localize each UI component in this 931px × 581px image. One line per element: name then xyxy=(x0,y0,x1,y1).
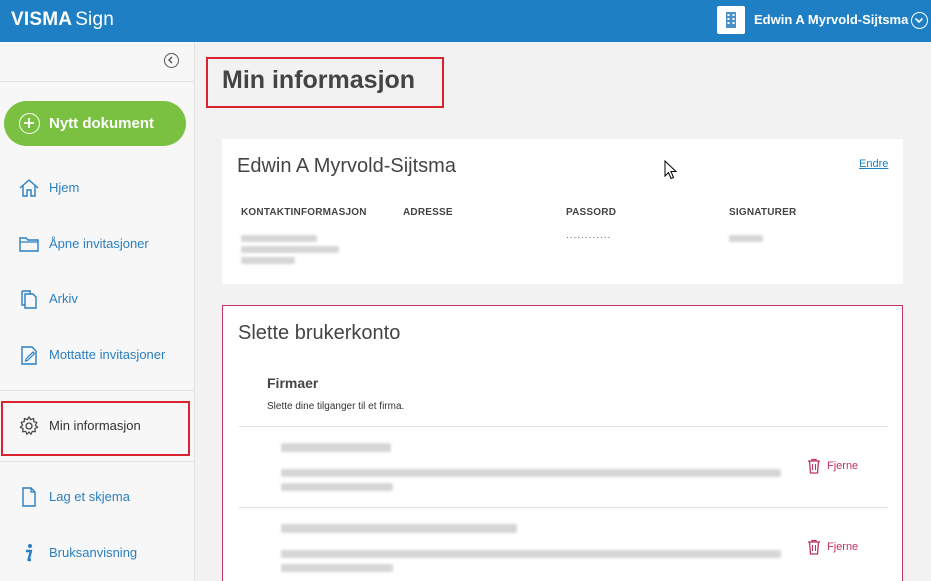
brand-name: VISMA xyxy=(11,9,73,30)
companies-description: Slette dine tilganger til et firma. xyxy=(267,401,405,412)
redacted-company-name xyxy=(281,443,391,452)
remove-label: Fjerne xyxy=(827,541,859,553)
sidebar-divider xyxy=(0,390,195,391)
redacted-company-details xyxy=(281,469,781,477)
plus-icon xyxy=(19,113,40,134)
highlight-box xyxy=(206,57,444,108)
sidebar-item-label: Åpne invitasjoner xyxy=(49,236,149,251)
contact-info-header: KONTAKTINFORMASJON xyxy=(241,207,367,218)
sidebar-item-label: Bruksanvisning xyxy=(49,545,138,560)
row-divider xyxy=(239,507,888,508)
sidebar-divider xyxy=(0,81,195,82)
companies-title: Firmaer xyxy=(267,375,319,391)
sidebar-item-user-guide[interactable]: Bruksanvisning xyxy=(0,533,195,573)
delete-account-heading: Slette brukerkonto xyxy=(238,322,401,344)
redacted-contact xyxy=(241,235,317,242)
redacted-company-name xyxy=(281,524,517,533)
brand-product: Sign xyxy=(75,9,115,30)
profile-name: Edwin A Myrvold-Sijtsma xyxy=(237,155,456,177)
redacted-signature xyxy=(729,235,763,242)
remove-label: Fjerne xyxy=(827,460,859,472)
user-name[interactable]: Edwin A Myrvold-Sijtsma xyxy=(754,12,908,27)
redacted-company-details xyxy=(281,564,393,572)
redacted-contact xyxy=(241,246,339,253)
redacted-company-details xyxy=(281,550,781,558)
folder-icon xyxy=(19,237,39,252)
sidebar: Nytt dokument Hjem Åpne invitasjoner Ark… xyxy=(0,42,195,581)
redacted-contact xyxy=(241,257,295,264)
new-document-label: Nytt dokument xyxy=(49,115,154,132)
sidebar-item-home[interactable]: Hjem xyxy=(0,168,195,208)
delete-account-card: Slette brukerkonto Firmaer Slette dine t… xyxy=(222,305,903,581)
mouse-pointer-icon xyxy=(664,160,678,180)
sidebar-item-create-form[interactable]: Lag et skjema xyxy=(0,477,195,517)
info-icon xyxy=(26,544,33,562)
sidebar-item-open-invitations[interactable]: Åpne invitasjoner xyxy=(0,224,195,264)
collapse-sidebar-icon[interactable] xyxy=(164,53,179,68)
password-mask: ............ xyxy=(566,230,612,241)
brand-logo[interactable]: VISMA Sign xyxy=(11,9,114,31)
new-document-button[interactable]: Nytt dokument xyxy=(4,101,186,146)
edit-document-icon xyxy=(21,346,37,365)
sidebar-divider xyxy=(0,461,195,462)
home-icon xyxy=(19,179,39,197)
password-header: PASSORD xyxy=(566,207,617,218)
archive-icon xyxy=(21,290,37,309)
top-bar: VISMA Sign Edwin A Myrvold-Sijtsma xyxy=(0,0,931,42)
sidebar-item-label: Mottatte invitasjoner xyxy=(49,347,166,362)
sidebar-item-label: Hjem xyxy=(49,180,80,195)
highlight-box xyxy=(1,401,190,456)
profile-card: Edwin A Myrvold-Sijtsma Endre KONTAKTINF… xyxy=(222,139,903,284)
organization-icon[interactable] xyxy=(717,6,745,34)
user-menu-chevron-icon[interactable] xyxy=(911,12,928,29)
edit-profile-link[interactable]: Endre xyxy=(859,158,888,170)
trash-icon xyxy=(808,539,820,555)
redacted-company-details xyxy=(281,483,393,491)
signatures-header: SIGNATURER xyxy=(729,207,797,218)
address-header: ADRESSE xyxy=(403,207,453,218)
trash-icon xyxy=(808,458,820,474)
sidebar-item-label: Lag et skjema xyxy=(49,489,130,504)
document-icon xyxy=(22,487,36,507)
sidebar-item-label: Arkiv xyxy=(49,291,78,306)
sidebar-item-archive[interactable]: Arkiv xyxy=(0,279,195,319)
row-divider xyxy=(239,426,888,427)
sidebar-item-received-invitations[interactable]: Mottatte invitasjoner xyxy=(0,335,195,375)
